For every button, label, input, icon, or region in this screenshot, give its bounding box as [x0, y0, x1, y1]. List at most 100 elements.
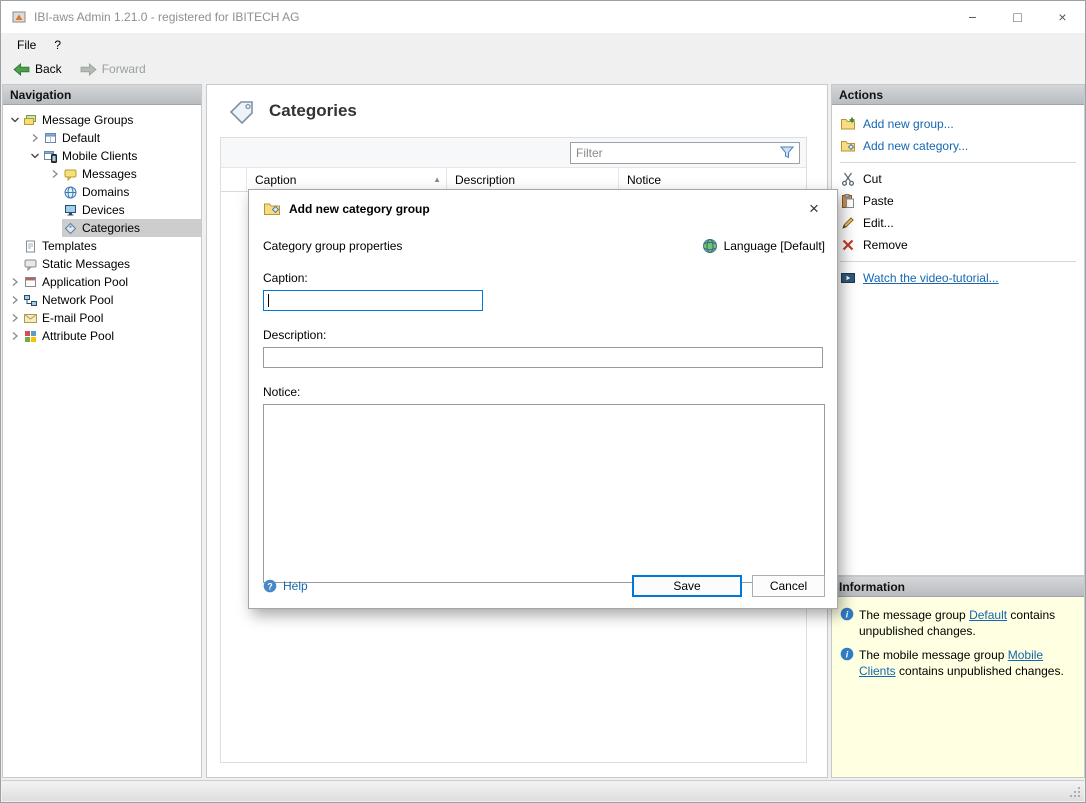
tree-item-devices[interactable]: Devices: [3, 201, 201, 219]
column-header-blank[interactable]: [221, 168, 247, 191]
info-message-default: i The message group Default contains unp…: [832, 601, 1084, 641]
action-paste[interactable]: Paste: [832, 190, 1084, 212]
caption-field-label: Caption:: [263, 271, 823, 285]
cut-icon: [840, 171, 856, 187]
tree-item-attribute-pool[interactable]: Attribute Pool: [3, 327, 201, 345]
categories-icon: [63, 221, 78, 236]
add-category-group-dialog: Add new category group × Category group …: [248, 189, 838, 609]
navigation-toolbar: Back Forward: [1, 57, 1085, 81]
actions-separator: [840, 261, 1076, 262]
back-button[interactable]: Back: [7, 60, 68, 78]
mobile-message-group-icon: [43, 149, 58, 164]
categories-tag-icon: [225, 96, 257, 126]
column-header-caption[interactable]: Caption ▲: [247, 168, 447, 191]
globe-icon: [702, 238, 718, 254]
actions-panel: Actions Add new group... Add new categor…: [831, 84, 1085, 576]
chevron-right-icon[interactable]: [7, 329, 22, 344]
info-message-mobile-clients: i The mobile message group Mobile Client…: [832, 641, 1084, 681]
action-watch-video-tutorial[interactable]: Watch the video-tutorial...: [832, 267, 1084, 289]
navigation-panel: Navigation Message Groups Default Mobile…: [2, 84, 202, 778]
add-category-icon: [840, 138, 856, 154]
forward-arrow-icon: [80, 63, 97, 76]
tree-item-templates[interactable]: Templates: [3, 237, 201, 255]
messages-icon: [63, 167, 78, 182]
action-edit[interactable]: Edit...: [832, 212, 1084, 234]
column-header-description[interactable]: Description: [447, 168, 619, 191]
chevron-right-icon[interactable]: [47, 167, 62, 182]
title-bar: IBI-aws Admin 1.21.0 - registered for IB…: [1, 1, 1085, 33]
tree-item-message-groups[interactable]: Message Groups: [3, 111, 201, 129]
devices-icon: [63, 203, 78, 218]
static-messages-icon: [23, 257, 38, 272]
remove-icon: [840, 237, 856, 253]
column-header-notice[interactable]: Notice: [619, 168, 806, 191]
chevron-right-icon[interactable]: [7, 275, 22, 290]
information-panel: Information i The message group Default …: [831, 576, 1085, 778]
filter-input[interactable]: [576, 146, 780, 160]
action-add-new-group[interactable]: Add new group...: [832, 113, 1084, 135]
chevron-right-icon[interactable]: [27, 131, 42, 146]
info-icon: i: [840, 607, 854, 621]
menu-item-file[interactable]: File: [8, 35, 45, 55]
caption-input[interactable]: [263, 290, 483, 311]
domains-icon: [63, 185, 78, 200]
dialog-close-icon[interactable]: ×: [801, 199, 827, 219]
resize-grip-icon[interactable]: [1069, 786, 1081, 798]
video-tutorial-icon: [840, 270, 856, 286]
tree-item-default[interactable]: Default: [3, 129, 201, 147]
navigation-tree: Message Groups Default Mobile Clients Me…: [3, 105, 201, 345]
templates-icon: [23, 239, 38, 254]
page-title: Categories: [269, 101, 357, 121]
chevron-right-icon[interactable]: [7, 311, 22, 326]
tree-item-mobile-clients[interactable]: Mobile Clients: [3, 147, 201, 165]
tree-item-categories[interactable]: Categories: [3, 219, 201, 237]
tree-item-application-pool[interactable]: Application Pool: [3, 273, 201, 291]
message-group-icon: [43, 131, 58, 146]
notice-textarea[interactable]: [263, 404, 825, 583]
dialog-title: Add new category group: [289, 202, 430, 216]
add-group-icon: [840, 116, 856, 132]
paste-icon: [840, 193, 856, 209]
app-icon: [11, 9, 27, 25]
tree-item-network-pool[interactable]: Network Pool: [3, 291, 201, 309]
menu-bar: File ?: [1, 33, 1085, 57]
application-pool-icon: [23, 275, 38, 290]
info-icon: i: [840, 647, 854, 661]
app-window: IBI-aws Admin 1.21.0 - registered for IB…: [0, 0, 1086, 803]
network-pool-icon: [23, 293, 38, 308]
actions-panel-header: Actions: [832, 85, 1084, 105]
tree-item-email-pool[interactable]: E-mail Pool: [3, 309, 201, 327]
save-button[interactable]: Save: [632, 575, 742, 597]
actions-separator: [840, 162, 1076, 163]
language-selector[interactable]: Language [Default]: [702, 238, 825, 254]
cancel-button[interactable]: Cancel: [752, 575, 825, 597]
window-title: IBI-aws Admin 1.21.0 - registered for IB…: [34, 10, 299, 24]
action-remove[interactable]: Remove: [832, 234, 1084, 256]
back-arrow-icon: [13, 63, 30, 76]
close-button[interactable]: ×: [1040, 1, 1085, 33]
forward-button[interactable]: Forward: [74, 60, 152, 78]
status-bar: [2, 780, 1084, 801]
filter-funnel-icon[interactable]: [780, 146, 794, 159]
tree-item-domains[interactable]: Domains: [3, 183, 201, 201]
minimize-button[interactable]: −: [950, 1, 995, 33]
help-link[interactable]: ? Help: [263, 579, 308, 593]
help-icon: ?: [263, 579, 277, 593]
menu-item-help[interactable]: ?: [45, 35, 70, 55]
filter-row: [221, 138, 806, 168]
message-groups-icon: [23, 113, 38, 128]
tree-item-messages[interactable]: Messages: [3, 165, 201, 183]
link-default-group[interactable]: Default: [969, 608, 1007, 622]
email-pool-icon: [23, 311, 38, 326]
add-category-group-icon: [263, 201, 281, 217]
action-add-new-category[interactable]: Add new category...: [832, 135, 1084, 157]
attribute-pool-icon: [23, 329, 38, 344]
chevron-right-icon[interactable]: [7, 293, 22, 308]
chevron-down-icon[interactable]: [27, 149, 42, 164]
description-field-label: Description:: [263, 328, 823, 342]
description-input[interactable]: [263, 347, 823, 368]
tree-item-static-messages[interactable]: Static Messages: [3, 255, 201, 273]
chevron-down-icon[interactable]: [7, 113, 22, 128]
action-cut[interactable]: Cut: [832, 168, 1084, 190]
maximize-button[interactable]: □: [995, 1, 1040, 33]
